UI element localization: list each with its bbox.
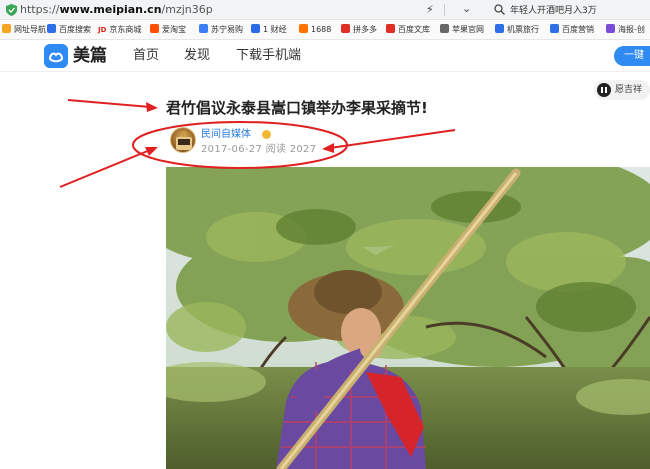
reads-count: 2027 (289, 144, 317, 155)
site-header: 美篇 首页 发现 下载手机端 一键 (0, 40, 650, 72)
bookmark-favicon-icon (251, 24, 260, 33)
pause-icon[interactable] (597, 83, 611, 97)
bookmark-favicon-icon (299, 24, 308, 33)
url-domain: www.meipian.cn (59, 3, 162, 16)
bookmark-item[interactable]: JD 京东商城 (98, 24, 141, 37)
article-photo (166, 167, 650, 469)
avatar-image (176, 131, 192, 150)
bookmark-favicon-icon (495, 24, 504, 33)
audio-player[interactable]: 愿吉祥 (594, 80, 650, 100)
bookmark-item[interactable]: 拼多多 (341, 24, 377, 37)
left-arrowhead (145, 147, 158, 156)
bookmark-item[interactable]: 网址导航 (2, 24, 46, 37)
secure-shield-icon (6, 4, 17, 16)
left-arrow (59, 149, 151, 188)
bookmark-favicon-icon (550, 24, 559, 33)
right-arrowhead (322, 143, 334, 153)
article-meta: 2017-06-27 阅读 2027 (201, 143, 316, 156)
url-scheme: https:// (20, 3, 60, 16)
bookmark-item[interactable]: 百度文库 (386, 24, 430, 37)
bookmark-item[interactable]: 百度搜索 (47, 24, 91, 37)
article-title: 君竹倡议永泰县嵩口镇举办李果采摘节! (166, 99, 428, 117)
browser-search-box[interactable]: 年轻人开酒吧月入3万 (492, 2, 650, 18)
bookmark-label: 苏宁易购 (211, 25, 243, 34)
bookmark-label: 1 财经 (263, 25, 287, 34)
right-arrow (329, 129, 456, 149)
bookmark-item[interactable]: 机票旅行 (495, 24, 539, 37)
bookmark-favicon-icon: JD (98, 26, 107, 34)
bookmark-item[interactable]: 苏宁易购 (199, 24, 243, 37)
bookmark-item[interactable]: 1 财经 (251, 24, 287, 37)
bookmark-label: 百度文库 (398, 25, 430, 34)
bookmark-favicon-icon (606, 24, 615, 33)
bookmark-label: 1688 (311, 25, 332, 34)
audio-title: 愿吉祥 (615, 85, 643, 95)
bookmark-favicon-icon (150, 24, 159, 33)
bookmark-favicon-icon (341, 24, 350, 33)
brand-name[interactable]: 美篇 (73, 44, 107, 68)
bookmark-label: 百度搜索 (59, 25, 91, 34)
bookmark-favicon-icon (2, 24, 11, 33)
reads-label: 阅读 (265, 144, 287, 155)
bookmark-item[interactable]: 爱淘宝 (150, 24, 186, 37)
bookmark-label: 拼多多 (353, 25, 377, 34)
bookmark-label: 苹果官网 (452, 25, 484, 34)
author-avatar[interactable] (170, 127, 196, 153)
author-name[interactable]: 民间自媒体 (201, 128, 251, 142)
search-suggestion: 年轻人开酒吧月入3万 (510, 6, 597, 16)
bookmark-label: 京东商城 (109, 25, 142, 34)
bookmark-label: 海报-创 (618, 25, 645, 34)
publish-date: 2017-06-27 (201, 144, 263, 155)
nav-discover[interactable]: 发现 (184, 47, 210, 65)
bookmark-favicon-icon (199, 24, 208, 33)
lightning-icon[interactable]: ⚡ (426, 3, 434, 16)
browser-window: https://www.meipian.cn/mzjn36p ⚡ ⌄ 年轻人开酒… (0, 0, 650, 469)
url-path: /mzjn36p (161, 3, 213, 16)
bookmark-label: 机票旅行 (507, 25, 539, 34)
bookmark-item[interactable]: 苹果官网 (440, 24, 484, 37)
bookmark-label: 网址导航 (14, 25, 46, 34)
title-arrowhead (146, 102, 158, 112)
meipian-logo-icon[interactable] (44, 44, 68, 68)
url-text[interactable]: https://www.meipian.cn/mzjn36p (20, 3, 213, 17)
nav-home[interactable]: 首页 (133, 47, 159, 65)
bookmark-item[interactable]: 1688 (299, 24, 331, 37)
bookmark-favicon-icon (386, 24, 395, 33)
search-icon (494, 4, 505, 15)
address-bar[interactable]: https://www.meipian.cn/mzjn36p ⚡ ⌄ 年轻人开酒… (0, 0, 650, 20)
bookmark-favicon-icon (47, 24, 56, 33)
one-click-button[interactable]: 一键 (614, 46, 650, 66)
bookmarks-bar: 网址导航 百度搜索 JD 京东商城 爱淘宝 苏宁易购 1 财经 1688 拼多多 百度文库 苹果官网… (0, 20, 650, 40)
bookmark-item[interactable]: 百度营销 (550, 24, 594, 37)
bookmark-favicon-icon (440, 24, 449, 33)
bookmark-item[interactable]: 海报-创 (606, 24, 645, 37)
verified-badge-icon (262, 130, 271, 139)
nav-download-app[interactable]: 下载手机端 (236, 47, 301, 65)
chevron-down-icon[interactable]: ⌄ (462, 2, 471, 15)
bookmark-label: 爱淘宝 (162, 25, 186, 34)
toolbar-divider (444, 4, 445, 16)
bookmark-label: 百度营销 (562, 25, 594, 34)
title-arrow (67, 99, 151, 108)
